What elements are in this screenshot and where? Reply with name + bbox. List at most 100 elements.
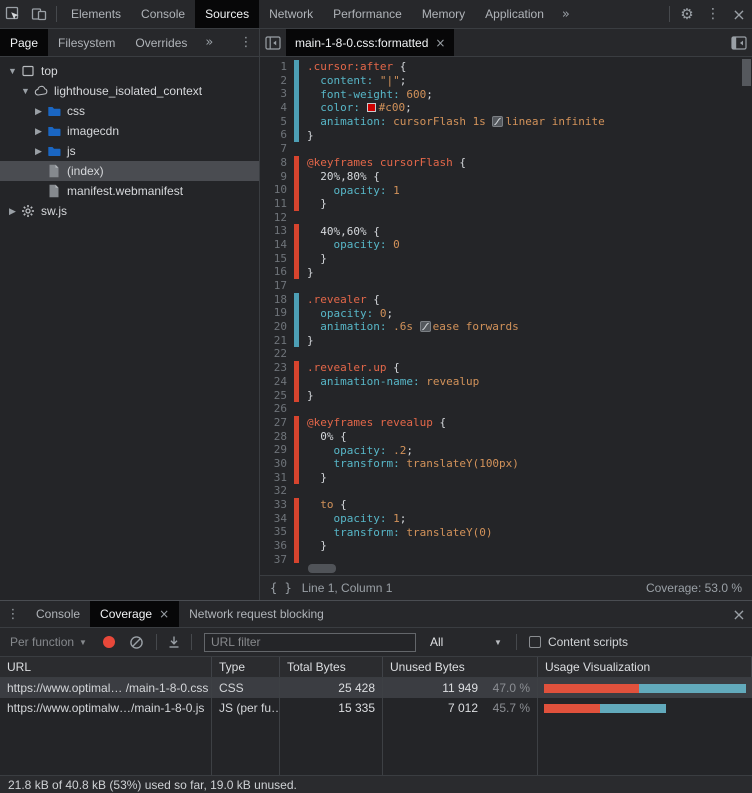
tree-item-sw-js[interactable]: ▶sw.js	[0, 201, 259, 221]
drawer-tab-coverage[interactable]: Coverage×	[90, 601, 179, 627]
table-row[interactable]: https://www.optimalw…/main-1-8-0.jsJS (p…	[0, 698, 752, 718]
tree-item-label: (index)	[67, 164, 104, 178]
tree-expanded-arrow-icon[interactable]: ▼	[19, 86, 32, 96]
more-panels-button[interactable]: »	[554, 0, 578, 28]
table-row[interactable]: https://www.optimal… /main-1-8-0.cssCSS2…	[0, 678, 752, 698]
tab-network[interactable]: Network	[259, 0, 323, 28]
pretty-print-icon[interactable]: { }	[270, 581, 292, 595]
tab-sources[interactable]: Sources	[195, 0, 259, 28]
cell-total-bytes: 25 428	[280, 678, 383, 698]
navigator-tab-filesystem[interactable]: Filesystem	[48, 29, 125, 56]
column-header-usage-visualization[interactable]: Usage Visualization	[538, 657, 752, 677]
navigator-menu-icon[interactable]: ⋮	[233, 29, 259, 56]
drawer-tab-network-request-blocking[interactable]: Network request blocking	[179, 601, 334, 627]
hide-navigator-icon[interactable]	[260, 29, 286, 56]
navigator-tab-overrides[interactable]: Overrides	[125, 29, 197, 56]
tree-item-css[interactable]: ▶ css	[0, 101, 259, 121]
code-line: 12	[260, 211, 752, 225]
line-number: 30	[260, 457, 294, 471]
customize-menu-icon[interactable]: ⋮	[700, 0, 726, 28]
tab-elements[interactable]: Elements	[61, 0, 131, 28]
column-header-type[interactable]: Type	[212, 657, 280, 677]
cell-type: CSS	[212, 678, 280, 698]
editor-horizontal-scrollbar[interactable]	[308, 564, 336, 573]
tree-item-index[interactable]: (index)	[0, 161, 259, 181]
close-tab-icon[interactable]: ×	[435, 36, 445, 50]
code-text: }	[307, 128, 314, 142]
record-coverage-button[interactable]	[103, 636, 115, 648]
coverage-unused-marker	[294, 265, 299, 279]
file-tree: ▼top▼lighthouse_isolated_context ▶ css ▶ima…	[0, 57, 259, 600]
url-filter-input[interactable]	[204, 633, 416, 652]
column-header-url[interactable]: URL	[0, 657, 212, 677]
code-line: 5 animation: cursorFlash 1s linear infin…	[260, 115, 752, 129]
usage-bar-unused	[544, 684, 639, 693]
drawer-tab-console[interactable]: Console	[26, 601, 90, 627]
coverage-table-body: https://www.optimal… /main-1-8-0.cssCSS2…	[0, 678, 752, 775]
line-number: 12	[260, 211, 294, 225]
tree-item-manifest-webmanifest[interactable]: manifest.webmanifest	[0, 181, 259, 201]
close-devtools-icon[interactable]: ×	[726, 0, 752, 28]
coverage-unused-marker	[294, 224, 299, 238]
coverage-unused-marker	[294, 512, 299, 526]
settings-gear-icon[interactable]: ⚙	[674, 0, 700, 28]
bezier-curve-icon[interactable]	[492, 116, 503, 127]
tab-performance[interactable]: Performance	[323, 0, 412, 28]
line-number: 13	[260, 224, 294, 238]
tree-item-label: css	[67, 104, 85, 118]
coverage-mode-dropdown[interactable]: Per function ▼	[10, 635, 87, 649]
line-number: 15	[260, 252, 294, 266]
tree-collapsed-arrow-icon[interactable]: ▶	[32, 106, 45, 117]
close-drawer-icon[interactable]: ×	[726, 601, 752, 627]
clear-coverage-icon[interactable]	[129, 635, 144, 650]
code-line: 14 opacity: 0	[260, 238, 752, 252]
coverage-unused-marker	[294, 525, 299, 539]
code-text: opacity: 0;	[307, 306, 393, 320]
tree-item-lighthouse-isolated-context[interactable]: ▼lighthouse_isolated_context	[0, 81, 259, 101]
content-scripts-checkbox[interactable]	[529, 636, 541, 648]
code-editor[interactable]: 1.cursor:after {2 content: "|";3 font-we…	[260, 57, 752, 563]
tree-expanded-arrow-icon[interactable]: ▼	[6, 66, 19, 76]
coverage-used-marker	[294, 306, 299, 320]
tab-console[interactable]: Console	[131, 0, 195, 28]
tree-collapsed-arrow-icon[interactable]: ▶	[6, 206, 19, 217]
export-coverage-icon[interactable]	[167, 635, 181, 649]
line-number: 27	[260, 416, 294, 430]
more-navigator-tabs-button[interactable]: »	[197, 29, 221, 56]
tab-memory[interactable]: Memory	[412, 0, 475, 28]
line-number: 26	[260, 402, 294, 416]
unused-percent: 47.0 %	[478, 681, 530, 695]
close-tab-icon[interactable]: ×	[159, 607, 169, 621]
column-header-unused-bytes[interactable]: Unused Bytes	[383, 657, 538, 677]
bezier-curve-icon[interactable]	[420, 321, 431, 332]
file-icon	[45, 184, 63, 198]
tab-application[interactable]: Application	[475, 0, 554, 28]
devtools-window: ElementsConsoleSourcesNetworkPerformance…	[0, 0, 752, 793]
inspect-element-icon[interactable]	[0, 0, 26, 28]
code-line: 22	[260, 347, 752, 361]
tree-item-js[interactable]: ▶js	[0, 141, 259, 161]
line-number: 11	[260, 197, 294, 211]
navigator-tab-page[interactable]: Page	[0, 29, 48, 56]
editor-tab-css-formatted[interactable]: main-1-8-0.css:formatted ×	[286, 29, 454, 56]
code-line: 24 animation-name: revealup	[260, 375, 752, 389]
code-text: transform: translateY(0)	[307, 525, 492, 539]
toggle-debugger-sidebar-icon[interactable]	[726, 29, 752, 56]
tree-collapsed-arrow-icon[interactable]: ▶	[32, 146, 45, 157]
device-toolbar-icon[interactable]	[26, 0, 52, 28]
tree-item-top[interactable]: ▼top	[0, 61, 259, 81]
type-filter-dropdown[interactable]: All ▼	[430, 635, 508, 649]
tree-item-imagecdn[interactable]: ▶imagecdn	[0, 121, 259, 141]
code-line: 26	[260, 402, 752, 416]
coverage-unused-marker	[294, 457, 299, 471]
color-swatch-icon[interactable]	[367, 103, 376, 112]
coverage-unused-marker	[294, 238, 299, 252]
line-number: 34	[260, 512, 294, 526]
drawer-menu-icon[interactable]: ⋮	[0, 601, 26, 627]
column-header-total-bytes[interactable]: Total Bytes	[280, 657, 383, 677]
line-number: 1	[260, 60, 294, 74]
editor-vertical-scrollbar[interactable]	[742, 59, 751, 86]
code-line: 1.cursor:after {	[260, 60, 752, 74]
code-line: 35 transform: translateY(0)	[260, 525, 752, 539]
tree-collapsed-arrow-icon[interactable]: ▶	[32, 126, 45, 137]
